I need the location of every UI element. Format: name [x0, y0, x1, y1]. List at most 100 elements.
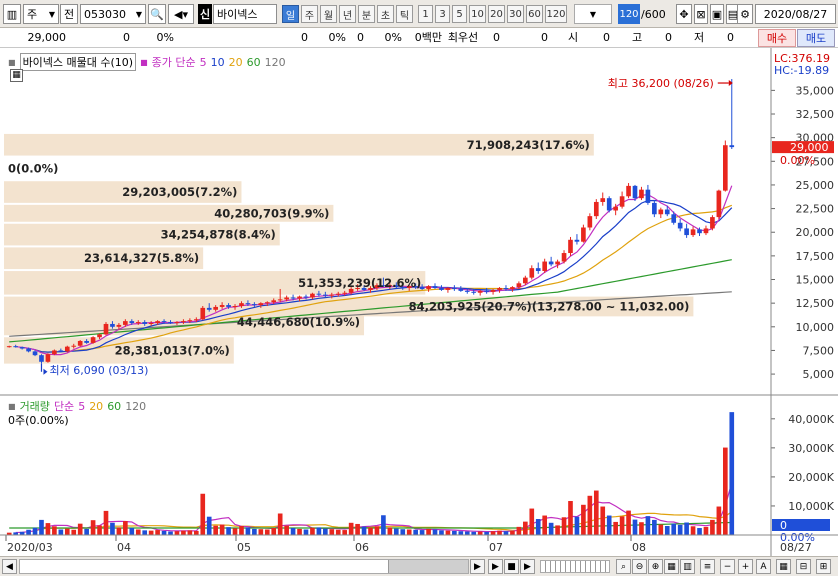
volume-bar: [368, 527, 373, 535]
crosshair-icon[interactable]: ✥: [676, 4, 692, 24]
volume-bar: [658, 524, 664, 535]
volume-bar: [632, 519, 638, 535]
candle-body: [329, 294, 335, 296]
volume-bar: [387, 527, 393, 535]
scroll-right-button[interactable]: ▶: [470, 559, 485, 574]
candle-body: [168, 322, 173, 324]
volume-bar: [497, 530, 502, 535]
candle-body: [181, 321, 186, 323]
settings-small-icon[interactable]: ⊞: [816, 559, 831, 574]
candle-body: [458, 288, 464, 291]
min-label: 최저 6,090 (03/13): [49, 364, 148, 377]
chevron-down-icon: ▼: [589, 9, 597, 19]
candle-body: [193, 319, 199, 321]
candle-body: [116, 324, 122, 327]
bars-icon[interactable]: ▥: [680, 559, 695, 574]
interval-button[interactable]: 5: [452, 5, 467, 23]
grid-icon[interactable]: ▦: [664, 559, 679, 574]
scroll-track[interactable]: [19, 559, 469, 574]
interval-button[interactable]: 30: [507, 5, 524, 23]
candle-body: [684, 228, 689, 236]
candle-body: [232, 305, 238, 307]
ruler-icon[interactable]: ⊟: [796, 559, 811, 574]
period-button[interactable]: 년: [339, 5, 356, 23]
price-legend-name[interactable]: 바이넥스 매물대 수(10): [19, 53, 137, 71]
candle-body: [90, 337, 96, 343]
open-label: 시: [567, 31, 579, 44]
volume-bar: [155, 530, 160, 535]
volume-bar: [361, 526, 367, 535]
text-size-icon[interactable]: A: [756, 559, 771, 574]
candle-body: [6, 346, 12, 348]
interval-button[interactable]: 3: [435, 5, 450, 23]
period-button[interactable]: 분: [358, 5, 375, 23]
table-icon[interactable]: ▦: [10, 69, 23, 82]
speaker-icon[interactable]: ◀▾: [168, 4, 194, 24]
period-button[interactable]: 초: [377, 5, 394, 23]
period-select-value: 주: [27, 8, 38, 21]
next-icon[interactable]: ▶: [520, 559, 535, 574]
volume-bar: [671, 523, 677, 535]
stock-code-input[interactable]: 053030 ▼: [80, 4, 146, 24]
period-button[interactable]: 일: [282, 5, 299, 23]
grid-small-icon[interactable]: ▦: [776, 559, 791, 574]
minus-icon[interactable]: −: [720, 559, 735, 574]
volume-bar: [284, 525, 289, 535]
plus-icon[interactable]: +: [738, 559, 753, 574]
interval-button[interactable]: 1: [418, 5, 433, 23]
interval-button[interactable]: 60: [526, 5, 543, 23]
date-field[interactable]: 2020/08/27: [755, 4, 836, 24]
volume-profile-label: 29,203,005(7.2%): [122, 185, 237, 199]
play-icon[interactable]: ▶: [488, 559, 503, 574]
volume-bar: [110, 522, 115, 535]
candle-body: [581, 227, 586, 242]
chevron-down-icon: ▼: [48, 9, 55, 19]
compare-icon[interactable]: ⊠: [694, 4, 708, 24]
candle-body: [510, 287, 515, 289]
interval-button[interactable]: 120: [545, 5, 567, 23]
gear-icon[interactable]: ⚙: [737, 4, 753, 24]
stop-icon[interactable]: ■: [504, 559, 519, 574]
chart-area[interactable]: 35,000 32,500 30,000 27,500 25,000 22,500 20,0…: [0, 48, 838, 556]
search-icon[interactable]: 🔍: [148, 4, 166, 24]
price-chart[interactable]: 35,00032,50030,00027,50025,00022,50020,0…: [0, 48, 838, 556]
zoom-out-icon[interactable]: ⊖: [632, 559, 647, 574]
quote-bar: 29,000 0 0% 0 0% 0 0% 0백만 최우선 0 0 시 0 고 …: [0, 28, 838, 48]
volume-bar: [690, 526, 696, 535]
interval-button[interactable]: 20: [488, 5, 505, 23]
candle-body: [645, 189, 651, 203]
count-input[interactable]: 120: [618, 4, 640, 24]
zoom-slider[interactable]: [540, 560, 610, 573]
scroll-thumb[interactable]: [388, 560, 468, 573]
sin-badge: 신: [198, 4, 212, 24]
volume-bar: [342, 530, 348, 535]
volume-bar: [206, 516, 212, 535]
align-icon[interactable]: ≡: [700, 559, 715, 574]
volume-bar: [97, 525, 102, 535]
chart-toolbar: ▥ 주 ▼ 전 053030 ▼ 🔍 ◀▾ 신 바이넥스 일주월년분초틱 1 3 5 10…: [0, 0, 838, 28]
period-select[interactable]: 주 ▼: [23, 4, 59, 24]
dropdown-spacer[interactable]: ▼: [574, 4, 612, 24]
sell-button[interactable]: 매도: [797, 29, 835, 47]
volume-profile-label: 23,614,327(5.8%): [84, 251, 199, 265]
y-tick-label: 20,000: [796, 226, 835, 239]
zoom-icon[interactable]: ⌕: [616, 559, 631, 574]
period-button[interactable]: 주: [301, 5, 318, 23]
x-tick-label: 04: [117, 541, 131, 554]
market-label[interactable]: 전: [60, 4, 78, 24]
stock-name-field[interactable]: 바이넥스: [213, 4, 277, 24]
save-icon[interactable]: ▣: [710, 4, 724, 24]
zoom-in-icon[interactable]: ⊕: [648, 559, 663, 574]
period-button[interactable]: 틱: [396, 5, 413, 23]
y-tick-label: 32,500: [796, 108, 835, 121]
chart-type-icon[interactable]: ▥: [3, 4, 21, 24]
low-label: 저: [693, 31, 705, 44]
volume-bar: [400, 529, 406, 535]
scroll-left-button[interactable]: ◀: [2, 559, 17, 574]
candle-body: [555, 261, 560, 265]
period-button[interactable]: 월: [320, 5, 337, 23]
volume-bar: [445, 530, 451, 535]
volume-bar: [381, 515, 386, 535]
interval-button[interactable]: 10: [469, 5, 486, 23]
buy-button[interactable]: 매수: [758, 29, 796, 47]
